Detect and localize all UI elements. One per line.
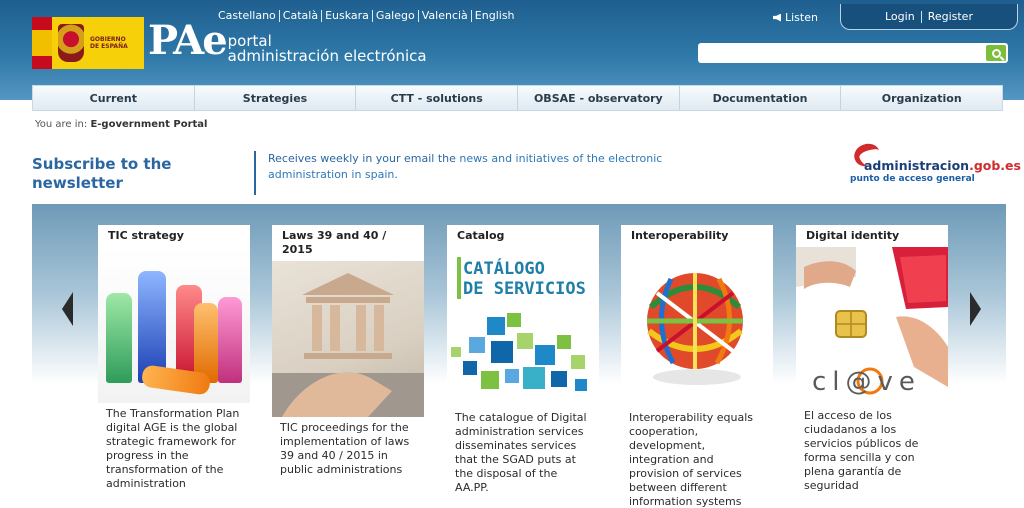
nav-item-organization[interactable]: Organization — [841, 86, 1002, 110]
partner-name-prefix: administracion — [864, 158, 970, 173]
listen-label: Listen — [785, 11, 818, 24]
nav-item-obsae-observatory[interactable]: OBSAE - observatory — [518, 86, 680, 110]
clave-logo-text: cl@ve — [812, 367, 921, 397]
lang-euskara[interactable]: Euskara — [322, 10, 373, 22]
main-navigation: Current Strategies CTT - solutions OBSAE… — [32, 85, 1003, 111]
search-icon — [991, 48, 1001, 58]
administracion-gob-es-logo[interactable]: administracion.gob.es punto de acceso ge… — [850, 140, 1021, 190]
lang-valencia[interactable]: Valencià — [419, 10, 472, 22]
card-title: TIC strategy — [98, 225, 250, 247]
card-title: Interoperability — [621, 225, 773, 247]
nav-item-current[interactable]: Current — [33, 86, 195, 110]
lang-castellano[interactable]: Castellano — [218, 10, 280, 22]
listen-button[interactable]: Listen — [773, 11, 818, 24]
divider — [254, 151, 256, 195]
card-description: The catalogue of Digital administration … — [455, 411, 587, 494]
register-link[interactable]: Register — [928, 10, 973, 23]
card-title: Catalog — [447, 225, 599, 247]
card-description: TIC proceedings for the implementation o… — [280, 421, 410, 476]
carousel-prev-arrow-icon[interactable] — [62, 292, 73, 326]
gobierno-text-line1: GOBIERNO — [90, 36, 126, 43]
partner-name-domain: .gob.es — [969, 158, 1021, 173]
courthouse-tablet-image — [272, 261, 424, 417]
rubber-band-ball-image — [621, 247, 773, 407]
carousel-next-arrow-icon[interactable] — [970, 292, 981, 326]
gobierno-espana-logo[interactable]: GOBIERNO DE ESPAÑA — [52, 17, 144, 69]
card-description: The Transformation Plan digital AGE is t… — [106, 407, 240, 490]
card-description: El acceso de los ciudadanos a los servic… — [804, 409, 919, 492]
speaker-icon — [773, 13, 781, 22]
coat-of-arms-icon — [58, 24, 84, 62]
clave-id-card-image: cl@ve — [796, 247, 948, 405]
card-laws-39-40[interactable]: Laws 39 and 40 / 2015 TIC proceedings fo… — [272, 225, 424, 477]
search-box — [698, 43, 1008, 65]
login-link[interactable]: Login — [885, 10, 915, 23]
lang-english[interactable]: English — [472, 10, 518, 22]
lang-catala[interactable]: Català — [280, 10, 323, 22]
card-title: Digital identity — [796, 225, 948, 247]
newsletter-text-before: Receives weekly in your email the — [268, 152, 460, 165]
partner-tagline: punto de acceso general — [850, 174, 975, 184]
card-catalog[interactable]: Catalog CATÁLOGO DE SERVICIOS The catalo… — [447, 225, 599, 495]
card-tic-strategy[interactable]: TIC strategy The Transformation Plan dig… — [98, 225, 250, 491]
nav-item-ctt-solutions[interactable]: CTT - solutions — [356, 86, 519, 110]
nav-item-strategies[interactable]: Strategies — [195, 86, 357, 110]
gobierno-text-line2: DE ESPAÑA — [90, 43, 128, 50]
pae-logo-mark: PAe — [148, 17, 228, 64]
newsletter-description: Receives weekly in your email the news a… — [268, 151, 738, 183]
newsletter-text-after: . — [394, 168, 398, 181]
divider — [920, 10, 922, 23]
card-title: Laws 39 and 40 / 2015 — [272, 225, 424, 261]
newsletter-subscribe-link[interactable]: Subscribe to the newsletter — [32, 155, 212, 193]
breadcrumb-current[interactable]: E-government Portal — [90, 119, 207, 130]
pae-logo-subtitle: administración electrónica — [227, 47, 427, 65]
card-interoperability[interactable]: Interoperability Interoperability equals… — [621, 225, 773, 508]
chess-pieces-image — [98, 247, 250, 403]
breadcrumb-prefix: You are in: — [35, 119, 88, 130]
card-digital-identity[interactable]: Digital identity cl@ve El acceso de los … — [796, 225, 948, 493]
pae-logo[interactable]: PAe portal administración electrónica — [148, 18, 427, 70]
language-selector: Castellano Català Euskara Galego Valenci… — [218, 10, 518, 22]
nav-item-documentation[interactable]: Documentation — [680, 86, 842, 110]
breadcrumb: You are in: E-government Portal — [35, 119, 207, 130]
card-description: Interoperability equals cooperation, dev… — [629, 411, 754, 508]
search-input[interactable] — [698, 44, 978, 65]
login-register-box: Login Register — [840, 4, 1018, 30]
spain-flag-logo — [32, 17, 52, 69]
catalog-services-image: CATÁLOGO DE SERVICIOS — [447, 247, 599, 407]
search-button[interactable] — [986, 45, 1006, 61]
lang-galego[interactable]: Galego — [373, 10, 419, 22]
